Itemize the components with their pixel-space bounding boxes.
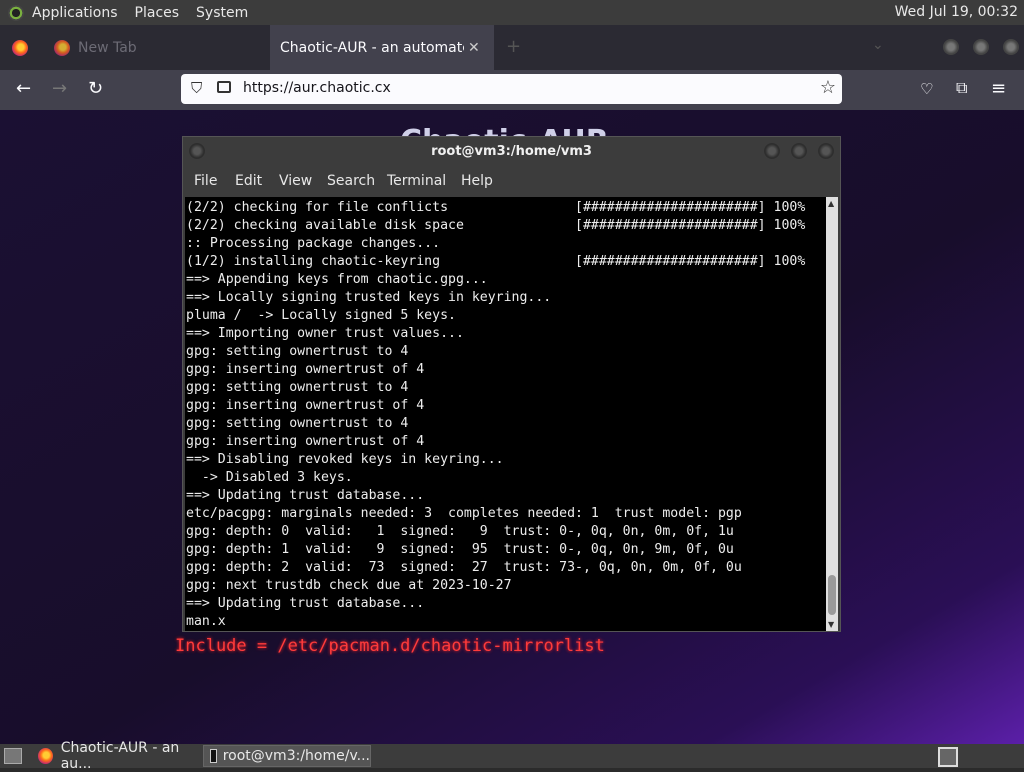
close-tab-icon[interactable]: ✕ [468,40,480,56]
terminal-line: ==> Updating trust database... [186,488,425,503]
back-arrow-icon[interactable]: ← [16,78,31,99]
terminal-minimize-icon[interactable] [764,143,780,159]
scroll-up-icon[interactable]: ▲ [828,199,834,208]
tab-label: Chaotic-AUR - an automated bu [280,39,464,56]
terminal-maximize-icon[interactable] [791,143,807,159]
top-panel: Applications Places System Wed Jul 19, 0… [0,0,1024,25]
menu-system[interactable]: System [196,5,248,21]
url-text[interactable]: https://aur.chaotic.cx [243,80,391,96]
terminal-menubar: File Edit View Search Terminal Help [183,167,840,195]
task-label: Chaotic-AUR - an au... [60,740,180,772]
terminal-menu-search[interactable]: Search [327,173,375,189]
terminal-line: (2/2) checking available disk space [###… [186,218,806,233]
terminal-line: gpg: setting ownertrust to 4 [186,416,409,431]
pocket-icon[interactable]: ♡ [920,80,933,98]
maximize-window-icon[interactable] [973,39,989,55]
terminal-line: gpg: depth: 0 valid: 1 signed: 9 trust: … [186,524,734,539]
terminal-line: (1/2) installing chaotic-keyring [######… [186,254,806,269]
terminal-close-icon[interactable] [818,143,834,159]
close-window-icon[interactable] [1003,39,1019,55]
terminal-line: gpg: inserting ownertrust of 4 [186,362,425,377]
new-tab-plus-icon[interactable]: + [506,36,521,57]
terminal-line: ==> Appending keys from chaotic.gpg... [186,272,488,287]
task-firefox[interactable]: Chaotic-AUR - an au... [34,740,202,772]
bookmark-star-icon[interactable]: ☆ [820,77,836,98]
browser-tabbar: New Tab Chaotic-AUR - an automated bu ✕ … [0,25,1024,70]
tab-new-tab[interactable]: New Tab [44,25,268,70]
terminal-window[interactable]: root@vm3:/home/vm3 File Edit View Search… [182,136,841,632]
panel-clock[interactable]: Wed Jul 19, 00:32 [895,4,1018,20]
firefox-view-icon[interactable] [12,40,28,56]
task-terminal[interactable]: root@vm3:/home/v... [203,745,371,767]
menu-places[interactable]: Places [135,5,180,21]
terminal-line: -> Disabled 3 keys. [186,470,353,485]
terminal-line: pluma / -> Locally signed 5 keys. [186,308,456,323]
terminal-line: (2/2) checking for file conflicts [#####… [186,200,806,215]
terminal-line: gpg: setting ownertrust to 4 [186,344,409,359]
scrollbar-thumb[interactable] [828,575,836,615]
list-tabs-chevron-icon[interactable]: ⌄ [872,37,884,53]
terminal-line: ==> Importing owner trust values... [186,326,464,341]
terminal-icon [210,749,217,763]
lock-icon[interactable] [217,81,231,93]
terminal-line: gpg: next trustdb check due at 2023-10-2… [186,578,512,593]
reload-icon[interactable]: ↻ [88,78,103,99]
workspace-switcher-icon[interactable] [938,747,958,767]
terminal-menu-file[interactable]: File [194,173,217,189]
terminal-line: gpg: setting ownertrust to 4 [186,380,409,395]
terminal-line: ==> Disabling revoked keys in keyring... [186,452,504,467]
terminal-menu-edit[interactable]: Edit [235,173,262,189]
terminal-line: :: Processing package changes... [186,236,441,251]
terminal-line: man.x [186,614,226,629]
terminal-line: gpg: depth: 1 valid: 9 signed: 95 trust:… [186,542,734,557]
task-label: root@vm3:/home/v... [222,748,370,764]
terminal-line: gpg: inserting ownertrust of 4 [186,398,425,413]
firefox-icon [38,748,53,764]
app-menu-icon[interactable]: ≡ [991,78,1006,99]
tracking-shield-icon[interactable]: ⛉ [191,79,202,97]
terminal-line: gpg: inserting ownertrust of 4 [186,434,425,449]
extensions-icon[interactable]: ⧉ [956,78,967,98]
tab-chaotic-aur[interactable]: Chaotic-AUR - an automated bu ✕ [270,25,494,70]
menu-applications[interactable]: Applications [32,5,118,21]
firefox-icon [54,39,70,56]
include-config-line: Include = /etc/pacman.d/chaotic-mirrorli… [175,636,605,656]
scroll-down-icon[interactable]: ▼ [828,620,834,629]
forward-arrow-icon[interactable]: → [52,78,67,99]
terminal-menu-view[interactable]: View [279,173,312,189]
bottom-taskbar: Chaotic-AUR - an au... root@vm3:/home/v.… [0,740,1024,772]
terminal-line: ==> Updating trust database... [186,596,425,611]
show-desktop-icon[interactable] [4,748,22,764]
minimize-window-icon[interactable] [943,39,959,55]
terminal-line: ==> Locally signing trusted keys in keyr… [186,290,552,305]
tab-label: New Tab [78,39,137,56]
terminal-line: gpg: depth: 2 valid: 73 signed: 27 trust… [186,560,742,575]
url-bar[interactable]: ⛉ https://aur.chaotic.cx ☆ [181,74,842,104]
terminal-menu-help[interactable]: Help [461,173,493,189]
terminal-output[interactable]: (2/2) checking for file conflicts [#####… [185,197,826,631]
terminal-scrollbar[interactable]: ▲ ▼ [826,197,838,631]
terminal-line: etc/pacgpg: marginals needed: 3 complete… [186,506,742,521]
distro-logo-icon[interactable] [8,4,24,21]
terminal-menu-terminal[interactable]: Terminal [387,173,446,189]
terminal-title: root@vm3:/home/vm3 [431,144,592,159]
